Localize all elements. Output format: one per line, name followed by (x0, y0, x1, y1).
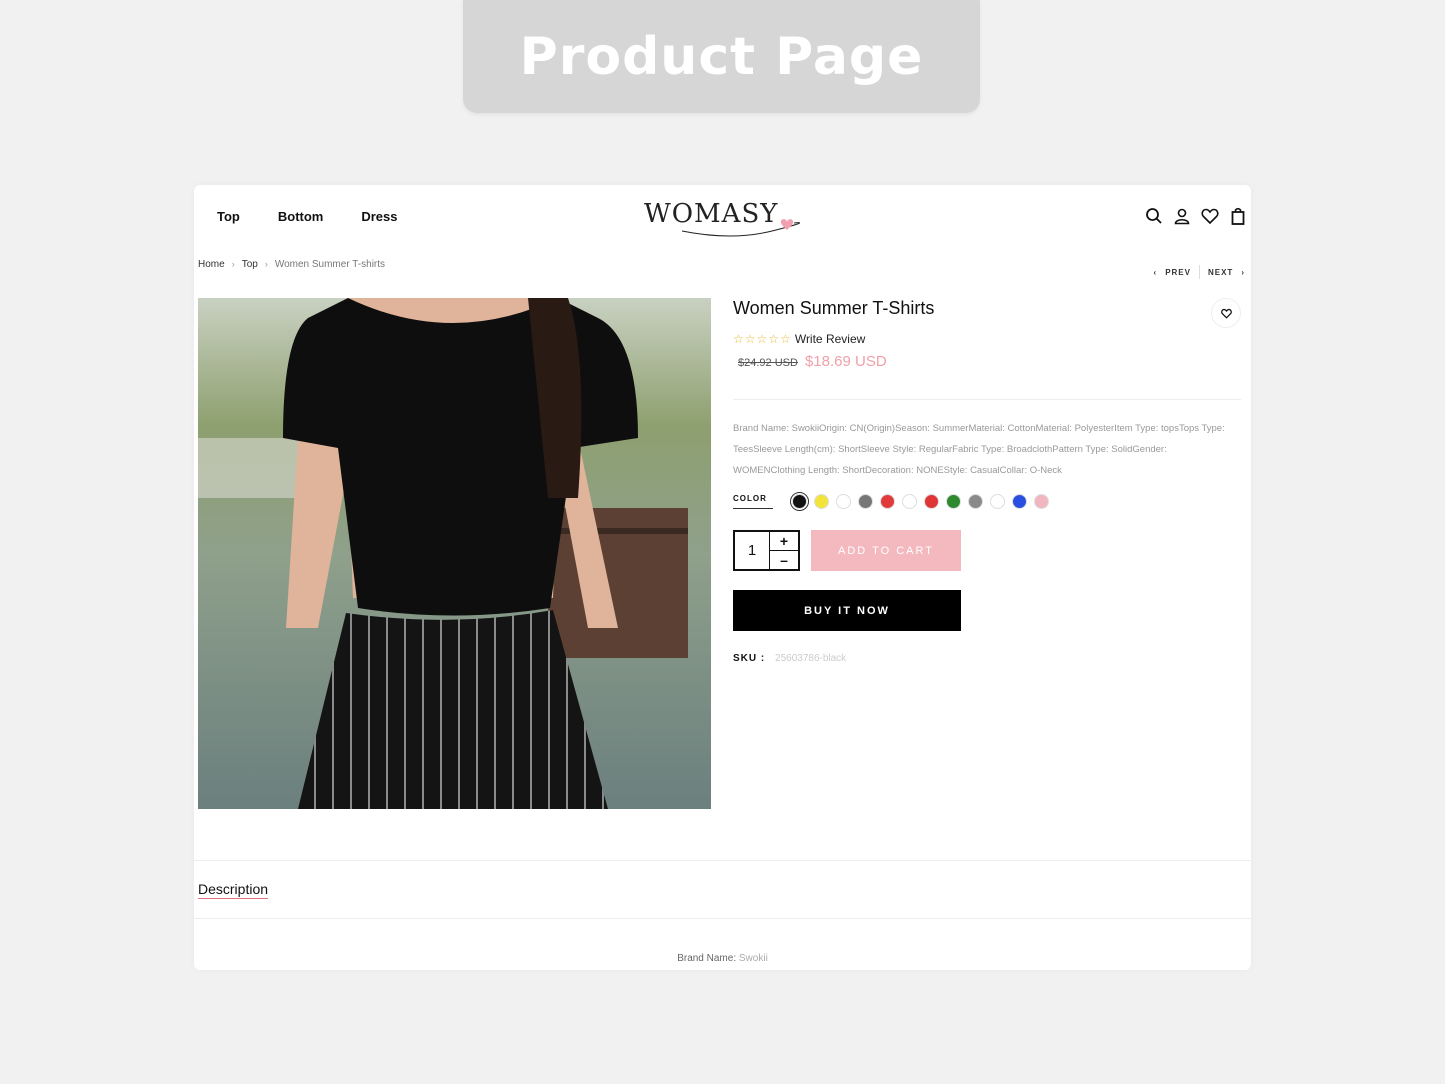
breadcrumb-current: Women Summer T-shirts (274, 259, 386, 270)
color-swatch[interactable] (968, 494, 983, 509)
original-price: $24.92 USD (738, 357, 798, 369)
product-pager: ‹ PREV NEXT › (1154, 265, 1245, 279)
color-swatch[interactable] (1012, 494, 1027, 509)
price-row: $24.92 USD $18.69 USD (733, 353, 1241, 370)
description-brand-line: Brand Name: Swokii (194, 953, 1251, 964)
color-swatch[interactable] (790, 492, 809, 511)
color-swatch[interactable] (990, 494, 1005, 509)
user-icon[interactable] (1173, 207, 1191, 225)
divider (194, 860, 1251, 861)
breadcrumb: Home › Top › Women Summer T-shirts (198, 259, 385, 270)
search-icon[interactable] (1145, 207, 1163, 225)
product-description: Brand Name: SwokiiOrigin: CN(Origin)Seas… (733, 423, 1225, 476)
write-review-link[interactable]: Write Review (795, 332, 865, 346)
brand-label: Brand Name: (677, 953, 737, 964)
sku-row: SKU : 25603786-black (733, 653, 1241, 664)
breadcrumb-category[interactable]: Top (242, 259, 258, 270)
color-swatches (790, 492, 1049, 511)
next-chevron-icon: › (1241, 267, 1245, 277)
color-swatch[interactable] (902, 494, 917, 509)
tab-description[interactable]: Description (198, 881, 269, 899)
quantity-decrease-button[interactable]: – (770, 551, 798, 569)
nav-item-top[interactable]: Top (217, 209, 240, 224)
color-swatch[interactable] (814, 494, 829, 509)
color-selector: COLOR (733, 492, 1241, 511)
divider (194, 918, 1251, 919)
product-image[interactable] (198, 298, 711, 809)
color-swatch[interactable] (1034, 494, 1049, 509)
heart-icon[interactable] (1201, 207, 1219, 225)
logo[interactable]: WOMASY (642, 195, 804, 239)
color-label: COLOR (733, 494, 773, 509)
brand-value: Swokii (738, 953, 768, 964)
color-swatch[interactable] (946, 494, 961, 509)
bag-icon[interactable] (1229, 207, 1247, 225)
sku-value: 25603786-black (775, 653, 847, 664)
quantity-stepper: 1 + – (733, 530, 800, 571)
breadcrumb-separator-icon: › (264, 259, 268, 269)
color-swatch[interactable] (924, 494, 939, 509)
add-to-wishlist-button[interactable] (1211, 298, 1241, 328)
product-info: Women Summer T-Shirts ☆ ☆ ☆ ☆ ☆ Write Re… (733, 298, 1241, 664)
product-photo (198, 298, 711, 809)
logo-swash-icon (681, 219, 800, 237)
quantity-input[interactable]: 1 (735, 532, 769, 569)
heart-icon (1220, 308, 1232, 319)
header-icons (1145, 207, 1247, 225)
sale-price: $18.69 USD (804, 353, 887, 370)
color-swatch[interactable] (858, 494, 873, 509)
sku-label: SKU : (733, 653, 766, 664)
star-icon: ☆ (768, 332, 780, 346)
color-swatch[interactable] (880, 494, 895, 509)
next-link[interactable]: NEXT (1208, 268, 1233, 277)
prev-link[interactable]: PREV (1165, 268, 1191, 277)
prev-chevron-icon: ‹ (1153, 267, 1158, 277)
star-icon: ☆ (780, 332, 791, 346)
pager-divider (1198, 265, 1200, 279)
product-title: Women Summer T-Shirts (733, 298, 935, 318)
add-to-cart-button[interactable]: ADD TO CART (811, 530, 961, 571)
banner-title: Product Page (519, 26, 924, 87)
divider (733, 399, 1241, 400)
rating-row: ☆ ☆ ☆ ☆ ☆ Write Review (733, 332, 1241, 346)
breadcrumb-separator-icon: › (231, 259, 235, 269)
buy-now-button[interactable]: BUY IT NOW (733, 590, 961, 631)
star-icon: ☆ (756, 332, 768, 346)
product-page-card: Top Bottom Dress WOMASY Home › Top › Wom… (194, 185, 1251, 970)
nav-item-bottom[interactable]: Bottom (278, 209, 324, 224)
main-nav: Top Bottom Dress (217, 209, 398, 224)
breadcrumb-home[interactable]: Home (198, 259, 225, 270)
quantity-cart-row: 1 + – ADD TO CART (733, 530, 1241, 571)
quantity-increase-button[interactable]: + (770, 532, 798, 551)
color-swatch[interactable] (836, 494, 851, 509)
page-banner: Product Page (463, 0, 980, 113)
nav-item-dress[interactable]: Dress (361, 209, 397, 224)
star-icon: ☆ (733, 332, 744, 346)
star-icon: ☆ (744, 332, 756, 346)
